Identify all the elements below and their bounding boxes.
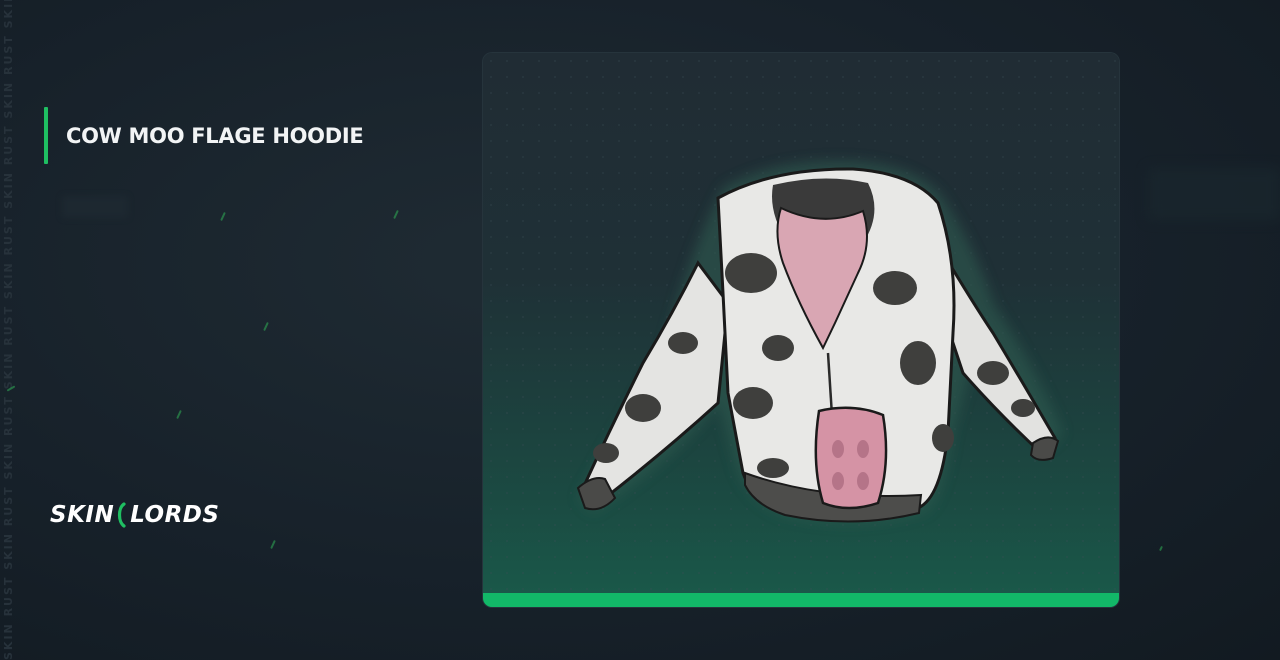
spark-decoration <box>263 321 269 332</box>
title-accent-bar <box>44 107 48 164</box>
skinlords-logo: SKIN LORDS <box>50 502 219 528</box>
card-accent-bar <box>483 593 1119 607</box>
spark-decoration <box>1159 545 1163 552</box>
spark-decoration <box>176 409 182 420</box>
logo-text-left: SKIN <box>50 502 115 528</box>
side-watermark: SKIN RUST SKIN RUST SKIN RUST SKIN RUST … <box>2 0 15 660</box>
item-card <box>483 53 1119 607</box>
blurred-label <box>62 196 128 218</box>
item-title-block: COW MOO FLAGE HOODIE <box>44 107 364 164</box>
bracket-mark-icon <box>118 502 126 528</box>
cow-pattern-hoodie-icon <box>576 160 1063 524</box>
spark-decoration <box>220 211 226 222</box>
spark-decoration <box>270 539 276 550</box>
background-blur <box>1148 168 1280 220</box>
spark-decoration <box>393 209 399 220</box>
item-title: COW MOO FLAGE HOODIE <box>66 123 364 148</box>
logo-text-right: LORDS <box>130 502 220 528</box>
